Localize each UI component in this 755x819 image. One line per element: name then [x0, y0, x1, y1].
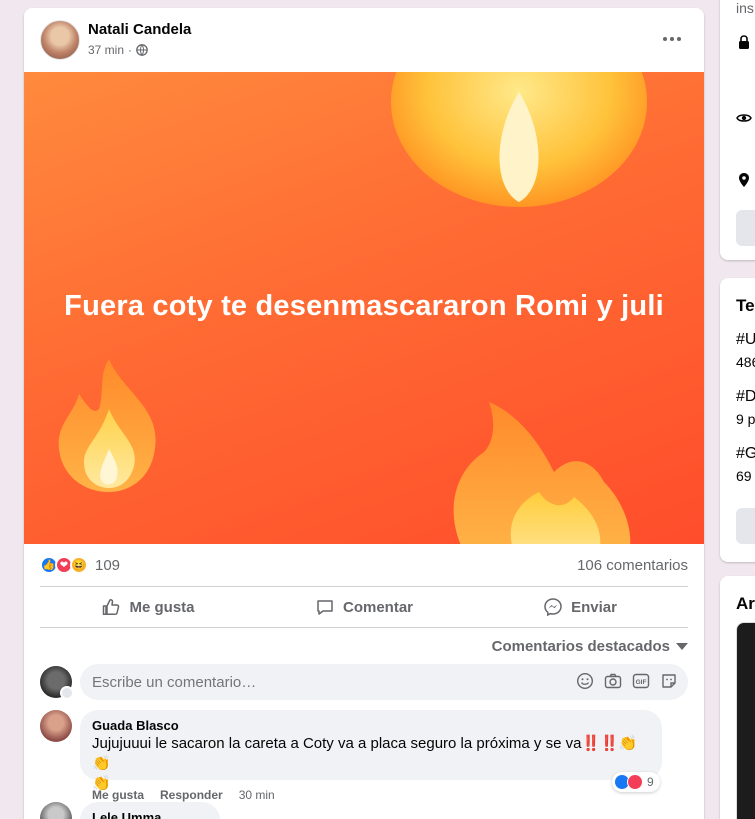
comment-author[interactable]: Lele Umma	[92, 810, 208, 819]
banner-text: Fuera coty te desenmascararon Romi y jul…	[64, 290, 664, 322]
comments-sort-dropdown[interactable]: Comentarios destacados	[492, 638, 688, 655]
reactions-summary: 👍 ❤ 😆 109 106 comentarios	[40, 552, 688, 578]
reaction-icons[interactable]: 👍 ❤ 😆 109	[40, 556, 120, 574]
caret-down-icon	[676, 643, 688, 650]
trending-count: 486	[736, 354, 755, 370]
comment-reaction-count: 9	[647, 775, 654, 789]
comment-text: Jujujuuui le sacaron la careta a Coty va…	[92, 734, 650, 794]
post-card: Natali Candela 37 min · Fuera coty te de…	[24, 8, 704, 819]
love-reaction-icon	[627, 774, 643, 790]
trending-count: 9 p	[736, 411, 755, 427]
about-intro-text: ins	[736, 0, 754, 16]
trending-count: 69	[736, 468, 752, 484]
trending-tag[interactable]: #U	[736, 331, 755, 349]
emoji-icon[interactable]	[576, 672, 594, 690]
comment-composer: GIF	[40, 664, 688, 700]
comment-input-tools: GIF	[576, 672, 678, 690]
post-header: Natali Candela 37 min ·	[24, 8, 704, 72]
comments-count[interactable]: 106 comentarios	[577, 557, 688, 574]
post-meta: 37 min ·	[88, 43, 148, 57]
lock-icon	[739, 35, 749, 49]
sidebar-about-button[interactable]	[736, 210, 755, 246]
action-bar: Me gusta Comentar Enviar	[40, 588, 688, 626]
haha-reaction-icon: 😆	[70, 556, 88, 574]
sort-label: Comentarios destacados	[491, 638, 670, 655]
messenger-icon	[544, 598, 562, 617]
share-label: Enviar	[571, 598, 617, 616]
author-avatar[interactable]	[40, 20, 80, 60]
more-icon	[663, 37, 667, 41]
gif-icon[interactable]: GIF	[632, 672, 650, 690]
svg-text:GIF: GIF	[636, 679, 647, 686]
eye-icon	[736, 114, 752, 122]
post-time[interactable]: 37 min	[88, 43, 124, 57]
comment-item: Guada Blasco Jujujuuui le sacaron la car…	[40, 710, 688, 802]
flame-icon	[453, 402, 631, 544]
trending-title: Ter	[736, 296, 755, 315]
post-banner[interactable]: Fuera coty te desenmascararon Romi y jul…	[24, 72, 704, 544]
reaction-count[interactable]: 109	[95, 557, 120, 574]
sidebar-trending-button[interactable]	[736, 508, 755, 544]
like-icon	[103, 599, 120, 615]
comment-item: Lele Umma	[40, 802, 688, 819]
comment-button[interactable]: Comentar	[256, 588, 472, 626]
trending-tag[interactable]: #G	[736, 445, 755, 463]
divider	[40, 586, 688, 587]
comment-bubble: Guada Blasco Jujujuuui le sacaron la car…	[80, 710, 662, 792]
sidebar-media-thumbnail[interactable]	[736, 622, 755, 819]
comment-reply-button[interactable]: Responder	[160, 788, 223, 802]
divider	[40, 627, 688, 628]
meta-separator: ·	[128, 43, 133, 57]
like-button[interactable]: Me gusta	[40, 588, 256, 626]
sticker-icon[interactable]	[660, 672, 678, 690]
globe-icon	[136, 44, 148, 56]
sidebar-trending-card: Ter #U 486 #D 9 p #G 69	[720, 278, 755, 562]
commenter-avatar[interactable]	[40, 802, 72, 819]
like-label: Me gusta	[129, 598, 195, 616]
comment-label: Comentar	[342, 598, 413, 616]
trending-tag[interactable]: #D	[736, 388, 755, 406]
location-icon	[739, 173, 749, 187]
author-name[interactable]: Natali Candela	[88, 21, 191, 38]
comment-like-button[interactable]: Me gusta	[92, 788, 144, 802]
avatar-menu-badge[interactable]	[60, 686, 74, 700]
comment-time[interactable]: 30 min	[239, 788, 275, 802]
share-button[interactable]: Enviar	[472, 588, 688, 626]
comment-bubble: Lele Umma	[80, 802, 220, 819]
flame-icon	[58, 359, 156, 492]
comment-icon	[317, 600, 333, 615]
sidebar-third-card: Are	[720, 576, 755, 819]
more-options-button[interactable]	[654, 26, 690, 52]
comment-meta: Me gusta Responder 30 min	[92, 788, 275, 802]
comment-author[interactable]: Guada Blasco	[92, 718, 650, 733]
flame-icon	[391, 72, 647, 207]
comment-reactions[interactable]: 9	[612, 772, 660, 792]
camera-icon[interactable]	[604, 672, 622, 690]
commenter-avatar[interactable]	[40, 710, 72, 742]
sidebar-about-card: ins	[720, 0, 755, 260]
sidebar-third-title: Are	[736, 594, 755, 613]
comment-body: Jujujuuui le sacaron la careta a Coty va…	[92, 735, 582, 752]
